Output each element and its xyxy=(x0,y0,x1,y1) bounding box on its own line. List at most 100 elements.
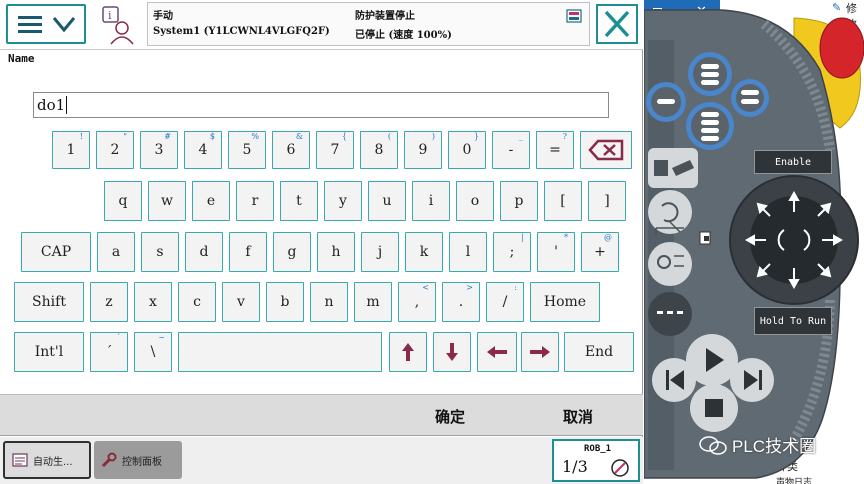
key-w[interactable]: w xyxy=(148,181,186,221)
key-t[interactable]: t xyxy=(280,181,318,221)
key-row3-7[interactable]: k xyxy=(405,232,443,272)
run-state: 已停止 (速度 100%) xyxy=(355,30,452,41)
key-e[interactable]: e xyxy=(192,181,230,221)
key-5[interactable]: 5% xyxy=(228,131,266,169)
key-][interactable]: ] xyxy=(588,181,626,221)
arrow-up-key[interactable] xyxy=(389,332,427,372)
key-row4-8[interactable]: . > xyxy=(442,282,480,322)
key-row4-4[interactable]: b xyxy=(266,282,304,322)
key-11[interactable]: - _ xyxy=(492,131,530,169)
key-q[interactable]: q xyxy=(104,181,142,221)
enable-button[interactable]: Enable xyxy=(754,150,832,174)
key-row3-1[interactable]: s xyxy=(141,232,179,272)
key-8-label: 8 xyxy=(374,142,384,158)
key-row4-3[interactable]: v xyxy=(222,282,260,322)
quickset-button[interactable]: ROB_1 1/3 xyxy=(552,439,640,482)
key-row4-1[interactable]: x xyxy=(134,282,172,322)
key-o[interactable]: o xyxy=(456,181,494,221)
backspace-key[interactable] xyxy=(580,131,632,169)
name-input[interactable]: do1 xyxy=(33,92,609,118)
key-row4-7[interactable]: , < xyxy=(398,282,436,322)
ok-button[interactable]: 确定 xyxy=(375,395,525,437)
key-row5-0[interactable]: ´ ` xyxy=(90,332,128,372)
key-row4-2[interactable]: c xyxy=(178,282,216,322)
event-log-button[interactable]: i xyxy=(98,4,140,46)
key-row4-5-label: n xyxy=(324,294,334,310)
key-row3-4[interactable]: g xyxy=(273,232,311,272)
cancel-button[interactable]: 取消 xyxy=(505,395,651,437)
key-3[interactable]: 3 # xyxy=(140,131,178,169)
operating-mode: 手动 xyxy=(153,11,173,22)
task-tab-control-panel[interactable]: 控制面板 xyxy=(94,441,182,479)
key-row3-8-label: l xyxy=(465,244,471,260)
key-row4-7-shift-label: < xyxy=(422,283,429,292)
key-row4-6[interactable]: m xyxy=(354,282,392,322)
arrow-left-key[interactable] xyxy=(477,332,517,372)
shift-key[interactable]: Shift xyxy=(14,282,84,322)
key-y[interactable]: y xyxy=(324,181,362,221)
key-2-shift-label: " xyxy=(123,132,127,141)
key-i[interactable]: i xyxy=(412,181,450,221)
key-row3-9[interactable]: ; | xyxy=(493,232,531,272)
key-u[interactable]: u xyxy=(368,181,406,221)
key-row3-2[interactable]: d xyxy=(185,232,223,272)
key-row3-11-label: + xyxy=(594,244,606,260)
key-row3-3[interactable]: f xyxy=(229,232,267,272)
status-bar[interactable]: 手动 System1 (Y1LCWNL4VLGFQ2F) 防护装置停止 已停止 … xyxy=(147,2,590,46)
close-button[interactable] xyxy=(596,4,638,44)
caps-lock-key[interactable]: CAP xyxy=(21,232,91,272)
stop-icon xyxy=(705,399,723,417)
key-]-label: ] xyxy=(604,193,610,209)
key-row4-9[interactable]: /: xyxy=(486,282,524,322)
key-row5-0-shift-label: ` xyxy=(117,333,121,342)
close-icon xyxy=(604,10,630,38)
key-row3-10[interactable]: ' * xyxy=(537,232,575,272)
key-9[interactable]: 9) xyxy=(404,131,442,169)
key-4[interactable]: 4 $ xyxy=(184,131,222,169)
key-row3-9-label: ; xyxy=(509,244,515,260)
key-[-label: [ xyxy=(560,193,566,209)
key-10[interactable]: 0} xyxy=(448,131,486,169)
key-2[interactable]: 2 " xyxy=(96,131,134,169)
key-6[interactable]: 6 & xyxy=(272,131,310,169)
key-[[interactable]: [ xyxy=(544,181,582,221)
arrow-down-key[interactable] xyxy=(433,332,471,372)
svg-text:i: i xyxy=(108,9,112,22)
key-row5-1-shift-label: ~ xyxy=(158,333,165,342)
key-row5-1[interactable]: \ ~ xyxy=(134,332,172,372)
main-menu-button[interactable] xyxy=(6,4,86,44)
watermark: PLC技术圈 xyxy=(698,432,816,457)
key-row3-8[interactable]: l xyxy=(449,232,487,272)
key-y-label: y xyxy=(339,193,347,209)
key-row3-11-shift-label: @ xyxy=(604,233,612,242)
key-8[interactable]: 8( xyxy=(360,131,398,169)
hold-to-run-button[interactable]: Hold To Run xyxy=(754,307,832,335)
key-row3-5[interactable]: h xyxy=(317,232,355,272)
key-7[interactable]: 7{ xyxy=(316,131,354,169)
key-row3-0[interactable]: a xyxy=(97,232,135,272)
key-row3-7-label: k xyxy=(419,244,429,260)
backspace-icon xyxy=(588,139,624,161)
key-1[interactable]: 1! xyxy=(52,131,90,169)
caps-lock-key-label: CAP xyxy=(40,244,72,260)
key-12[interactable]: =? xyxy=(536,131,574,169)
international-key[interactable]: Int'l xyxy=(14,332,84,372)
key-row4-0[interactable]: z xyxy=(90,282,128,322)
key-8-shift-label: ( xyxy=(387,132,391,141)
name-input-value: do1 xyxy=(37,96,66,114)
key-12-label: = xyxy=(549,142,561,158)
key-5-shift-label: % xyxy=(251,132,259,141)
task-bar: 自动生... 控制面板 ROB_1 1/3 xyxy=(0,437,643,484)
space-key[interactable] xyxy=(178,332,382,372)
task-tab-auto[interactable]: 自动生... xyxy=(3,441,91,479)
arrow-right-key[interactable] xyxy=(521,332,559,372)
key-p[interactable]: p xyxy=(500,181,538,221)
key-r[interactable]: r xyxy=(236,181,274,221)
key-i-label: i xyxy=(428,193,434,209)
end-key[interactable]: End xyxy=(564,332,634,372)
home-key[interactable]: Home xyxy=(530,282,600,322)
key-11-label: - xyxy=(508,142,514,158)
key-row4-5[interactable]: n xyxy=(310,282,348,322)
key-row3-11[interactable]: + @ xyxy=(581,232,619,272)
key-row3-6[interactable]: j xyxy=(361,232,399,272)
